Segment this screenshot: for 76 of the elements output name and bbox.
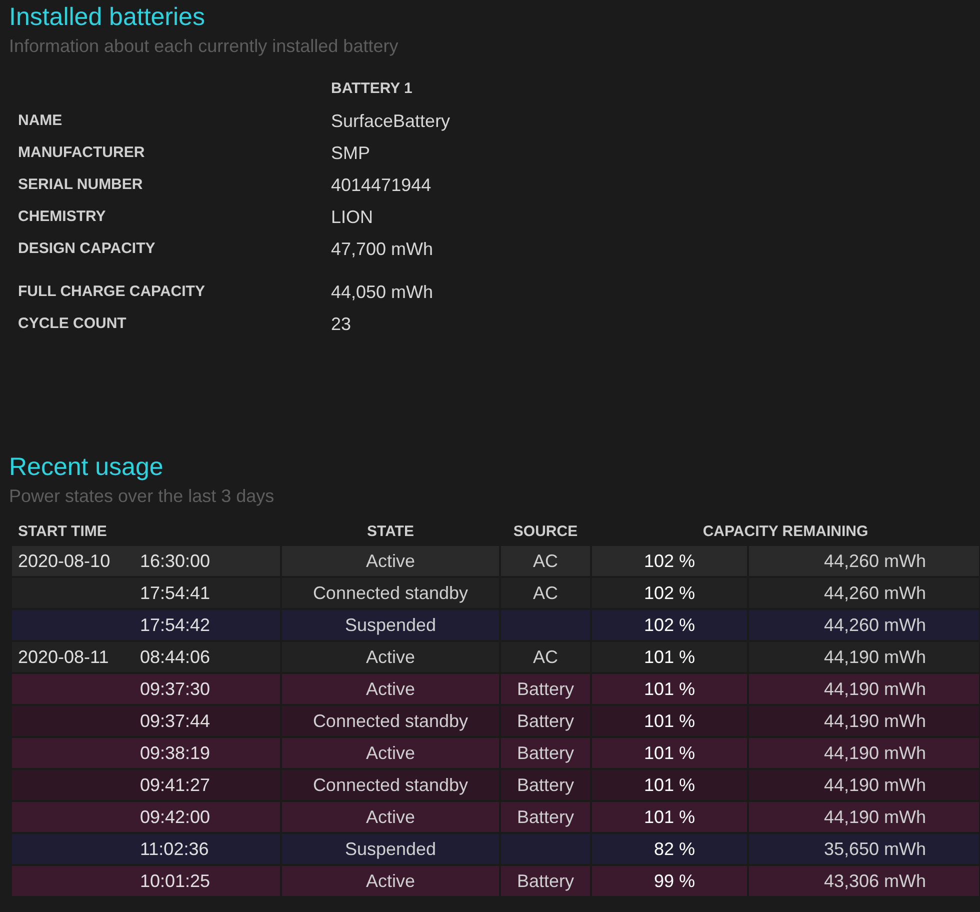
table-cell: Suspended [282,610,499,640]
table-cell: 2020-08-11 08:44:06 [12,642,280,672]
table-cell: Suspended [282,834,499,864]
field-label: CHEMISTRY [18,206,107,227]
table-cell: 09:37:44 [12,706,280,736]
table-cell: 101 % [592,674,747,704]
table-cell: Battery [501,802,590,832]
table-cell: Active [282,802,499,832]
table-cell: Battery [501,738,590,768]
field-value: SMP [331,142,370,164]
table-cell: AC [501,546,590,576]
field-label: FULL CHARGE CAPACITY [18,282,206,302]
table-cell: 44,260 mWh [749,578,979,608]
table-cell: 17:54:41 [12,578,280,608]
table-cell: 44,190 mWh [749,674,979,704]
table-cell: Battery [501,706,590,736]
field-label: CYCLE COUNT [18,314,128,334]
table-cell: AC [501,642,590,672]
table-cell: 44,190 mWh [749,706,979,736]
field-label: DESIGN CAPACITY [18,238,156,259]
section-title: Installed batteries [9,2,205,32]
table-cell: 101 % [592,738,747,768]
table-cell: 44,190 mWh [749,802,979,832]
table-cell: 43,306 mWh [749,866,979,896]
field-value: 4014471944 [331,174,432,196]
table-cell: 102 % [592,610,747,640]
table-cell: 102 % [592,578,747,608]
table-cell: 101 % [592,706,747,736]
column-header: BATTERY 1 [331,78,412,99]
table-cell: 10:01:25 [12,866,280,896]
table-cell: 35,650 mWh [749,834,979,864]
table-cell: Battery [501,770,590,800]
table-cell: Active [282,674,499,704]
section-subtitle: Information about each currently installed battery [9,35,398,58]
table-cell: Active [282,866,499,896]
field-label: SERIAL NUMBER [18,174,144,195]
table-cell: Active [282,738,499,768]
field-value: 23 [331,312,352,336]
column-header: START TIME [17,522,107,542]
table-cell: 101 % [592,642,747,672]
section-subtitle: Power states over the last 3 days [9,485,274,508]
table-cell: Connected standby [282,706,499,736]
field-value: 47,700 mWh [331,238,434,260]
table-cell: 09:38:19 [12,738,280,768]
table-cell: 09:41:27 [12,770,280,800]
column-header: SOURCE [513,522,578,542]
table-cell: Connected standby [282,770,499,800]
field-label: MANUFACTURER [18,142,146,163]
table-cell: 17:54:42 [12,610,280,640]
field-value: LION [331,206,374,228]
table-cell: 2020-08-10 16:30:00 [12,546,280,576]
table-cell: 09:42:00 [12,802,280,832]
column-header: CAPACITY REMAINING [702,522,868,542]
table-cell: 11:02:36 [12,834,280,864]
column-header: STATE [367,522,414,542]
table-cell: Battery [501,866,590,896]
table-cell: 102 % [592,546,747,576]
table-cell: 101 % [592,802,747,832]
table-cell: 44,190 mWh [749,642,979,672]
table-cell: Battery [501,674,590,704]
table-cell: 44,190 mWh [749,738,979,768]
table-cell: 44,260 mWh [749,610,979,640]
table-cell: Active [282,642,499,672]
table-cell: 99 % [592,866,747,896]
field-value: SurfaceBattery [331,110,450,133]
table-cell: Connected standby [282,578,499,608]
field-value: 44,050 mWh [331,280,434,304]
section-title: Recent usage [9,452,164,482]
table-cell: 09:37:30 [12,674,280,704]
field-label: NAME [18,110,64,131]
table-cell: 44,260 mWh [749,546,979,576]
table-cell: 82 % [592,834,747,864]
table-cell: AC [501,578,590,608]
table-cell: Active [282,546,499,576]
table-cell: 44,190 mWh [749,770,979,800]
table-cell: 101 % [592,770,747,800]
